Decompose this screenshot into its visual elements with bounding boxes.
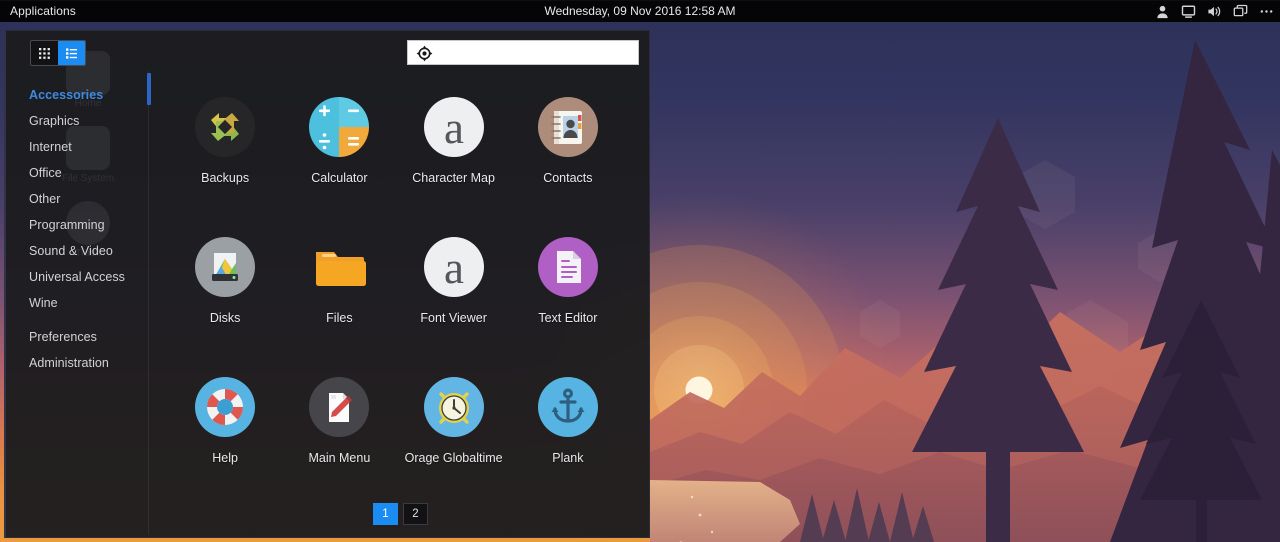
sidebar-item-other[interactable]: Other (6, 186, 147, 212)
grid-icon (39, 47, 50, 59)
svg-text:a: a (444, 103, 464, 153)
app-label: Files (326, 311, 353, 325)
app-item-plank[interactable]: Plank (511, 371, 625, 511)
search-field[interactable] (407, 40, 639, 65)
top-panel: Applications Wednesday, 09 Nov 2016 12:5… (0, 0, 1280, 22)
svg-text:a: a (444, 243, 464, 293)
page-navigation: 1 2 (152, 503, 649, 525)
calculator-icon (308, 96, 370, 158)
application-menu-window: Home File System Trash Accessories Graph… (4, 30, 650, 538)
scrollbar-track (148, 71, 149, 535)
sidebar-item-graphics[interactable]: Graphics (6, 108, 147, 134)
app-label: Plank (552, 451, 584, 465)
crosshair-cursor-icon (416, 45, 433, 62)
app-item-text-editor[interactable]: Text Editor (511, 231, 625, 371)
app-label: Text Editor (538, 311, 598, 325)
app-label: Orage Globaltime (404, 451, 503, 465)
app-item-character-map[interactable]: a Character Map (397, 91, 511, 231)
sidebar-item-accessories[interactable]: Accessories (6, 82, 147, 108)
app-item-backups[interactable]: Backups (168, 91, 282, 231)
list-view-button[interactable] (58, 41, 85, 65)
search-input[interactable] (408, 41, 638, 64)
page-button-2[interactable]: 2 (403, 503, 428, 525)
list-icon (66, 47, 77, 59)
system-tray (1155, 0, 1274, 22)
applications-menu-button[interactable]: Applications (0, 0, 86, 22)
grid-view-button[interactable] (31, 41, 58, 65)
app-label: Disks (209, 311, 241, 325)
app-item-font-viewer[interactable]: a Font Viewer (397, 231, 511, 371)
display-icon[interactable] (1181, 4, 1196, 19)
app-label: Backups (201, 171, 250, 185)
category-sidebar: Accessories Graphics Internet Office Oth… (6, 71, 147, 537)
app-label: Font Viewer (420, 311, 487, 325)
disks-icon (194, 236, 256, 298)
app-item-orage-globaltime[interactable]: Orage Globaltime (397, 371, 511, 511)
orage-globaltime-icon (423, 376, 485, 438)
backups-icon (194, 96, 256, 158)
sidebar-divider (6, 316, 147, 324)
app-label: Main Menu (308, 451, 371, 465)
sidebar-item-preferences[interactable]: Preferences (6, 324, 147, 350)
character-map-icon: a (423, 96, 485, 158)
font-viewer-icon: a (423, 236, 485, 298)
scrollbar-thumb[interactable] (147, 73, 151, 105)
panel-clock[interactable]: Wednesday, 09 Nov 2016 12:58 AM (0, 0, 1280, 22)
sidebar-item-internet[interactable]: Internet (6, 134, 147, 160)
workspaces-icon[interactable] (1233, 4, 1248, 19)
overflow-menu-icon[interactable] (1259, 4, 1274, 19)
help-icon (194, 376, 256, 438)
main-menu-icon (308, 376, 370, 438)
sidebar-item-programming[interactable]: Programming (6, 212, 147, 238)
contacts-icon (537, 96, 599, 158)
app-label: Help (212, 451, 238, 465)
app-label: Calculator (311, 171, 368, 185)
sidebar-item-wine[interactable]: Wine (6, 290, 147, 316)
app-item-disks[interactable]: Disks (168, 231, 282, 371)
sidebar-item-universal-access[interactable]: Universal Access (6, 264, 147, 290)
app-label: Contacts (543, 171, 593, 185)
page-button-1[interactable]: 1 (373, 503, 398, 525)
menu-toolbar (6, 31, 649, 71)
sidebar-item-administration[interactable]: Administration (6, 350, 147, 376)
desktop-screen: Applications Wednesday, 09 Nov 2016 12:5… (0, 0, 1280, 542)
app-label: Character Map (412, 171, 495, 185)
application-grid: Backups Calculator a Character Map Conta… (152, 71, 649, 489)
app-item-calculator[interactable]: Calculator (282, 91, 396, 231)
plank-icon (537, 376, 599, 438)
sidebar-item-sound-video[interactable]: Sound & Video (6, 238, 147, 264)
app-item-main-menu[interactable]: Main Menu (282, 371, 396, 511)
sidebar-item-office[interactable]: Office (6, 160, 147, 186)
app-item-contacts[interactable]: Contacts (511, 91, 625, 231)
text-editor-icon (537, 236, 599, 298)
view-mode-toggle (30, 40, 86, 66)
volume-icon[interactable] (1207, 4, 1222, 19)
menu-scrollbar[interactable] (147, 71, 151, 535)
files-icon (308, 236, 370, 298)
app-item-files[interactable]: Files (282, 231, 396, 371)
app-item-help[interactable]: Help (168, 371, 282, 511)
user-icon[interactable] (1155, 4, 1170, 19)
